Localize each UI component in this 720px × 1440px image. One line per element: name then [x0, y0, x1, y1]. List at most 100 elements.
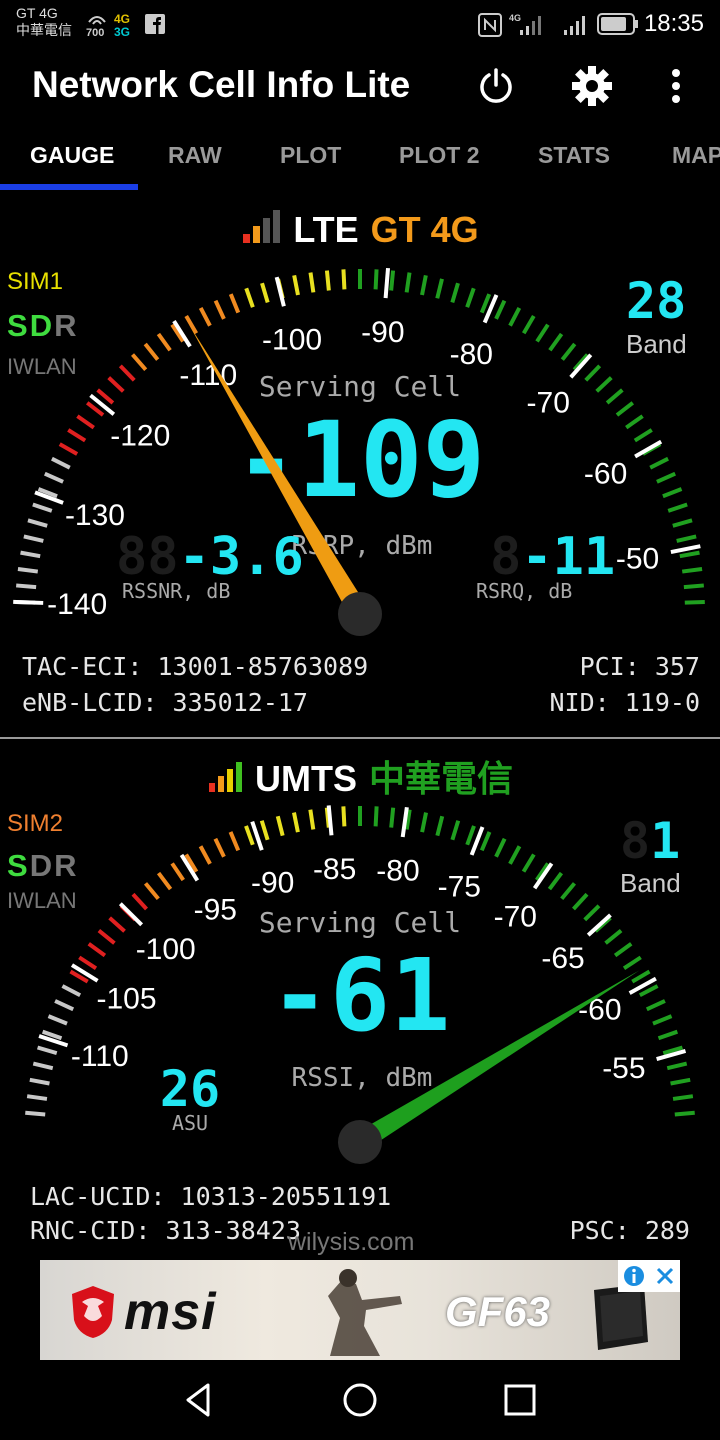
tab-raw[interactable]: RAW	[168, 142, 222, 169]
sim1-pci: PCI: 357	[579, 652, 700, 681]
ad-soldier-figure-icon	[328, 1269, 402, 1356]
sim2-minor-tick	[78, 955, 98, 971]
sim2-tick-label: -85	[313, 853, 356, 886]
sim1-tick-label: -90	[361, 316, 404, 349]
navigation-bar	[0, 1360, 720, 1440]
clock-time: 18:35	[643, 10, 704, 37]
sim1-needle-hub	[338, 592, 382, 636]
ad-laptop-icon	[594, 1284, 648, 1350]
tab-plot-2[interactable]: PLOT 2	[399, 142, 480, 169]
hotspot-speed: 700	[86, 27, 105, 39]
sim2-main-readout: -61	[270, 937, 451, 1054]
sim1-minor-tick	[656, 471, 676, 484]
gear-icon	[572, 66, 612, 106]
sim1-minor-tick	[494, 299, 507, 320]
sim2-band-value: 1	[650, 812, 681, 870]
sim1-minor-tick	[679, 550, 700, 559]
sim2-minor-tick	[674, 1110, 695, 1117]
sim1-minor-tick	[292, 274, 300, 296]
tab-plot[interactable]: PLOT	[280, 142, 341, 169]
info-icon[interactable]	[622, 1264, 646, 1288]
sim1-minor-tick	[58, 442, 79, 456]
sim1-minor-tick	[308, 272, 316, 293]
sim2-minor-tick	[97, 928, 116, 945]
sim2-minor-tick	[494, 837, 507, 858]
ad-banner[interactable]: msi GF63	[40, 1260, 680, 1360]
sim1-minor-tick	[450, 282, 460, 303]
sim1-sdr-r: R	[54, 308, 79, 343]
sim1-minor-tick	[143, 342, 160, 361]
sim1-minor-tick	[131, 353, 148, 371]
sim1-iwlan: IWLAN	[7, 354, 77, 379]
sim1-minor-tick	[17, 566, 39, 574]
sim2-network-header: UMTS 中華電信	[0, 750, 720, 802]
carrier-line-1: GT 4G	[16, 5, 58, 21]
power-icon	[480, 68, 512, 103]
sim1-tick-label: -140	[47, 588, 107, 621]
watermark: wilysis.com	[288, 1228, 415, 1256]
sim1-label: SIM1	[7, 268, 64, 295]
status-bar: GT 4G 中華電信 700 4G 3G 4G 18:35	[0, 0, 720, 52]
tab-stats[interactable]: STATS	[538, 142, 610, 169]
tab-bar: GAUGE RAW PLOT PLOT 2 STATS MAP	[0, 128, 720, 192]
sim2-sdr-d: D	[29, 848, 55, 883]
back-icon[interactable]	[178, 1378, 222, 1422]
sim2-minor-tick	[622, 955, 642, 971]
sim1-major-tick	[634, 439, 663, 459]
sim1-tech: LTE	[293, 209, 359, 250]
ad-controls	[618, 1260, 680, 1292]
sim2-minor-tick	[108, 916, 126, 933]
battery-icon	[597, 13, 638, 35]
sim1-rsrq-readout: 8-11	[490, 527, 615, 587]
carrier-line-2: 中華電信	[16, 22, 72, 38]
tab-gauge[interactable]: GAUGE	[30, 142, 114, 169]
tab-map[interactable]: MAP	[672, 142, 720, 169]
sim2-tick-label: -95	[194, 893, 237, 926]
sim2-serving-cell-label: Serving Cell	[259, 906, 461, 939]
sim2-main-unit: RSSI, dBm	[292, 1063, 433, 1093]
sim1-minor-tick	[76, 414, 95, 430]
sim1-snr-label: RSSNR, dB	[122, 579, 230, 603]
sim2-psc: PSC: 289	[569, 1216, 690, 1245]
sim2-label: SIM2	[7, 810, 64, 837]
settings-button[interactable]	[568, 62, 616, 110]
net-3g-badge: 3G	[114, 25, 131, 39]
sim2-minor-tick	[259, 820, 270, 841]
sim2-minor-tick	[389, 807, 396, 828]
sim2-minor-tick	[47, 1014, 68, 1026]
sim2-minor-tick	[341, 806, 347, 827]
sim1-tick-label: -50	[616, 543, 659, 576]
nfc-icon	[478, 13, 502, 37]
power-button[interactable]	[472, 62, 520, 110]
ad-brand: msi	[124, 1283, 217, 1341]
sim1-minor-tick	[213, 299, 226, 320]
more-vert-icon	[672, 69, 680, 103]
sim1-minor-tick	[615, 401, 635, 417]
sim1-minor-tick	[681, 566, 703, 574]
sim1-operator: GT 4G	[370, 209, 479, 250]
sim2-minor-tick	[657, 1029, 679, 1041]
sim2-minor-tick	[143, 882, 160, 901]
recents-icon[interactable]	[498, 1378, 542, 1422]
sim2-major-tick	[586, 913, 612, 937]
sim2-asu-label: ASU	[172, 1111, 208, 1135]
msi-dragon-shield-icon	[72, 1286, 114, 1338]
sim1-band-label: Band	[626, 329, 687, 359]
sim1-minor-tick	[20, 550, 41, 559]
app-title: Network Cell Info Lite	[32, 64, 411, 105]
sim1-sdr-s: S	[7, 308, 30, 343]
sim1-signal-bars-icon	[243, 210, 281, 243]
sim1-tick-label: -80	[450, 338, 493, 371]
overflow-menu-button[interactable]	[652, 62, 700, 110]
sim2-lac-ucid: LAC-UCID: 10313-20551191	[30, 1182, 392, 1211]
sim1-major-tick	[670, 544, 701, 555]
home-icon[interactable]	[338, 1378, 382, 1422]
sim2-minor-tick	[244, 825, 255, 846]
sim1-tick-label: -70	[527, 387, 570, 420]
sim2-tick-label: -100	[136, 933, 196, 966]
sim2-major-tick	[250, 821, 264, 851]
sim2-tick-label: -75	[438, 871, 481, 904]
close-icon[interactable]	[654, 1265, 676, 1287]
sim2-needle-hub	[338, 1120, 382, 1164]
sim2-minor-tick	[521, 853, 536, 873]
